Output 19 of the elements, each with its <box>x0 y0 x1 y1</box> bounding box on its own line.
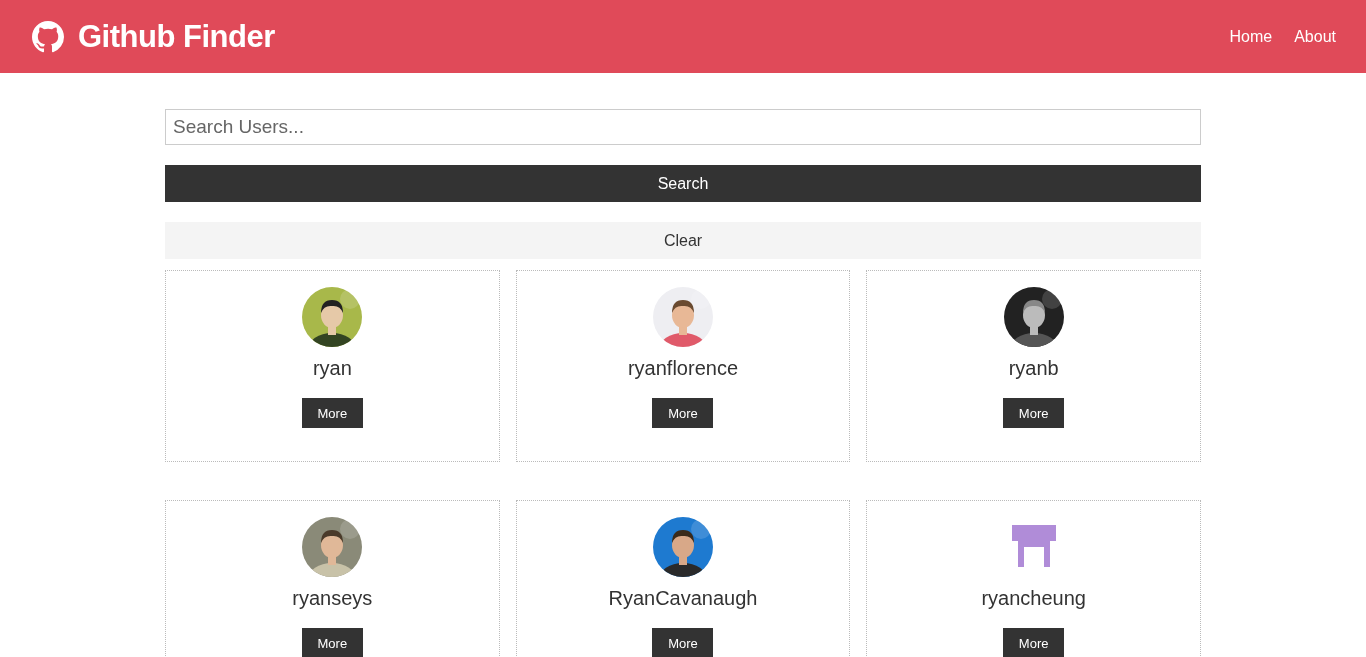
username: ryan <box>312 357 352 380</box>
username: RyanCavanaugh <box>608 587 758 610</box>
app-title: Github Finder <box>78 18 275 55</box>
nav-link[interactable]: Home <box>1229 27 1273 46</box>
more-button[interactable]: More <box>652 628 714 657</box>
search-field[interactable]: Search Users... <box>165 109 1201 145</box>
nav-link[interactable]: About <box>1294 27 1336 46</box>
more-button[interactable]: More <box>301 398 363 428</box>
more-button[interactable]: More <box>1003 628 1065 657</box>
more-button[interactable]: More <box>301 628 363 657</box>
username: ryanb <box>1008 357 1059 380</box>
more-button[interactable]: More <box>652 398 714 428</box>
clear-button[interactable]: Clear <box>165 222 1201 259</box>
username: ryanflorence <box>627 357 738 380</box>
search-button[interactable]: Search <box>165 165 1201 202</box>
username: ryancheung <box>981 587 1086 610</box>
username: ryanseys <box>292 587 373 610</box>
more-button[interactable]: More <box>1003 398 1065 428</box>
github-cat-icon <box>32 20 64 53</box>
